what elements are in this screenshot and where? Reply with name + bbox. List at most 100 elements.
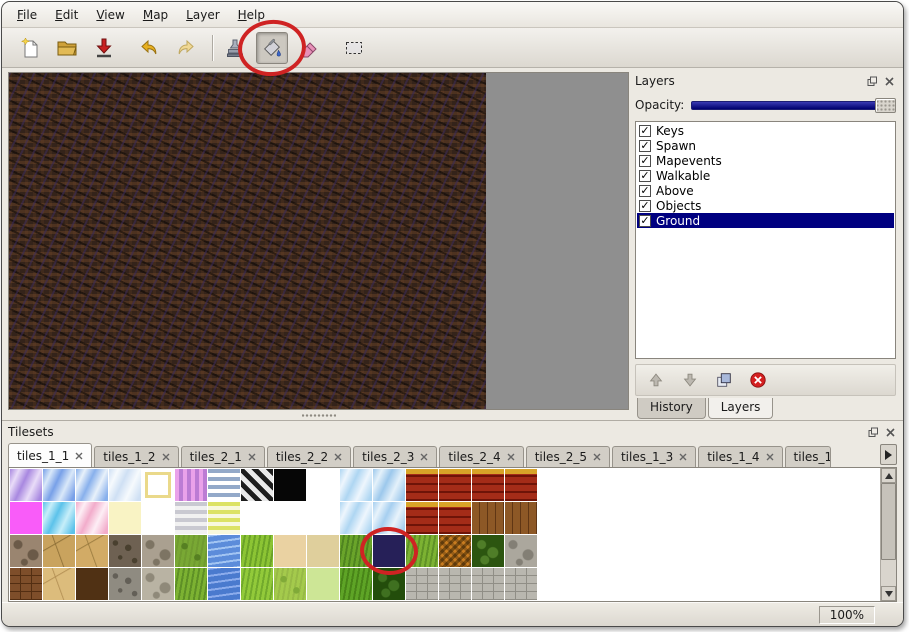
layer-visibility-checkbox[interactable]: ✓ [639,185,651,197]
tile-3-2[interactable] [43,535,75,567]
tab-close-icon[interactable] [420,453,428,461]
tile-1-11[interactable] [340,469,372,501]
open-folder-button[interactable] [51,32,83,64]
tile-2-5[interactable] [142,502,174,534]
lower-layer-button[interactable] [680,370,700,390]
tab-close-icon[interactable] [248,453,256,461]
tileset-tab-tiles_2_1[interactable]: tiles_2_1 [181,446,265,467]
tile-1-6[interactable] [175,469,207,501]
tileset-tab-tiles_1_3[interactable]: tiles_1_3 [612,446,696,467]
tile-2-12[interactable] [373,502,405,534]
float-icon[interactable] [867,426,880,439]
tile-3-12[interactable] [373,535,405,567]
tile-4-16[interactable] [505,568,537,600]
tile-3-15[interactable] [472,535,504,567]
tileset-scrollbar[interactable] [880,468,896,601]
map-view[interactable] [8,72,629,410]
dock-tab-layers[interactable]: Layers [708,398,774,419]
scroll-down-icon[interactable] [881,586,896,601]
tile-2-16[interactable] [505,502,537,534]
tile-1-16[interactable] [505,469,537,501]
opacity-slider-handle[interactable] [875,98,896,113]
new-file-button[interactable] [14,32,46,64]
tile-4-5[interactable] [142,568,174,600]
tile-1-13[interactable] [406,469,438,501]
tileset-tab-tiles_1_2[interactable]: tiles_1_2 [94,446,178,467]
tile-4-6[interactable] [175,568,207,600]
layer-visibility-checkbox[interactable]: ✓ [639,170,651,182]
menu-item-help[interactable]: Help [229,4,274,26]
tile-4-4[interactable] [109,568,141,600]
opacity-slider[interactable] [691,101,896,110]
layer-visibility-checkbox[interactable]: ✓ [639,155,651,167]
tile-3-5[interactable] [142,535,174,567]
close-icon[interactable] [883,75,896,88]
tile-4-9[interactable] [274,568,306,600]
layer-row-keys[interactable]: ✓Keys [637,123,894,138]
menu-item-layer[interactable]: Layer [177,4,228,26]
tileset-tab-tiles_1_[interactable]: tiles_1_ [785,446,831,467]
tab-close-icon[interactable] [75,452,83,460]
tile-4-2[interactable] [43,568,75,600]
tile-2-6[interactable] [175,502,207,534]
tile-3-10[interactable] [307,535,339,567]
tile-3-9[interactable] [274,535,306,567]
tile-4-10[interactable] [307,568,339,600]
tab-close-icon[interactable] [593,453,601,461]
tile-2-9[interactable] [274,502,306,534]
tile-1-3[interactable] [76,469,108,501]
layer-visibility-checkbox[interactable]: ✓ [639,125,651,137]
tab-close-icon[interactable] [507,453,515,461]
select-tool-button[interactable] [338,32,370,64]
layer-row-objects[interactable]: ✓Objects [637,198,894,213]
layer-row-ground[interactable]: ✓Ground [637,213,894,228]
stamp-tool-button[interactable] [219,32,251,64]
tile-1-7[interactable] [208,469,240,501]
menu-item-view[interactable]: View [87,4,133,26]
layer-row-walkable[interactable]: ✓Walkable [637,168,894,183]
tile-1-1[interactable] [10,469,42,501]
menu-item-file[interactable]: File [8,4,46,26]
layer-visibility-checkbox[interactable]: ✓ [639,140,651,152]
tileset-tab-tiles_2_3[interactable]: tiles_2_3 [353,446,437,467]
tile-3-6[interactable] [175,535,207,567]
save-button[interactable] [88,32,120,64]
tile-4-1[interactable] [10,568,42,600]
tab-close-icon[interactable] [679,453,687,461]
tile-1-10[interactable] [307,469,339,501]
tile-4-3[interactable] [76,568,108,600]
tile-2-15[interactable] [472,502,504,534]
menu-item-map[interactable]: Map [134,4,177,26]
tileset-tab-tiles_1_1[interactable]: tiles_1_1 [8,443,92,467]
tile-3-4[interactable] [109,535,141,567]
delete-layer-button[interactable] [748,370,768,390]
tile-2-8[interactable] [241,502,273,534]
menu-item-edit[interactable]: Edit [46,4,87,26]
map-canvas[interactable] [9,73,486,409]
tile-2-14[interactable] [439,502,471,534]
tile-4-13[interactable] [406,568,438,600]
layer-visibility-checkbox[interactable]: ✓ [639,215,651,227]
tile-1-5[interactable] [142,469,174,501]
duplicate-layer-button[interactable] [714,370,734,390]
tileset-tab-tiles_2_2[interactable]: tiles_2_2 [267,446,351,467]
scrollbar-track[interactable] [881,483,896,586]
tile-4-14[interactable] [439,568,471,600]
layer-visibility-checkbox[interactable]: ✓ [639,200,651,212]
redo-button[interactable] [170,32,202,64]
tile-2-13[interactable] [406,502,438,534]
tab-close-icon[interactable] [334,453,342,461]
tile-4-8[interactable] [241,568,273,600]
tile-1-14[interactable] [439,469,471,501]
fill-tool-button[interactable] [256,32,288,64]
tile-4-7[interactable] [208,568,240,600]
dock-tab-history[interactable]: History [637,398,706,419]
undo-button[interactable] [133,32,165,64]
tile-4-12[interactable] [373,568,405,600]
tileset-tab-tiles_2_4[interactable]: tiles_2_4 [439,446,523,467]
scrollbar-thumb[interactable] [881,483,896,560]
tile-3-11[interactable] [340,535,372,567]
tile-2-10[interactable] [307,502,339,534]
tile-2-7[interactable] [208,502,240,534]
scroll-up-icon[interactable] [881,468,896,483]
